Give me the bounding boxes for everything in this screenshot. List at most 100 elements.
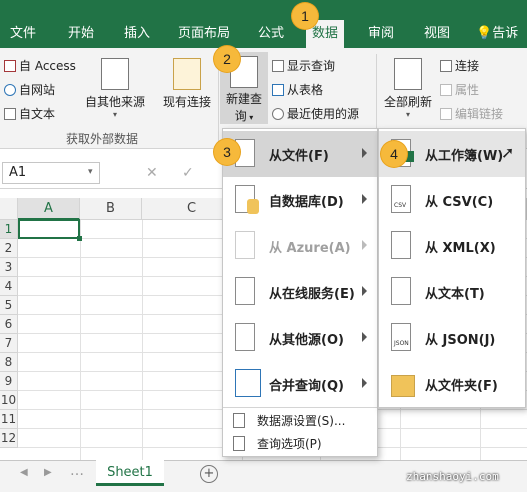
recent-sources-icon	[272, 108, 284, 120]
menu-item-from-azure[interactable]: 从 Azure(A)	[223, 223, 377, 269]
globe-icon	[4, 84, 16, 96]
menu-item-from-folder[interactable]: 从文件夹(F)	[379, 361, 525, 407]
folder-icon	[391, 375, 415, 397]
row-header[interactable]: 10	[0, 391, 18, 410]
row-header[interactable]: 2	[0, 239, 18, 258]
menu-item-from-text[interactable]: 从文本(T)	[379, 269, 525, 315]
row-header[interactable]: 1	[0, 220, 18, 239]
query-options-icon	[233, 436, 245, 451]
fill-handle[interactable]	[77, 236, 82, 241]
row-header[interactable]: 11	[0, 410, 18, 429]
callout-4: 4	[381, 141, 407, 167]
row-header[interactable]: 5	[0, 296, 18, 315]
from-table-button[interactable]: 从表格	[272, 80, 323, 100]
watermark: zhanshaoyi.com	[406, 470, 499, 483]
column-header-a[interactable]: A	[18, 198, 80, 220]
azure-icon	[235, 231, 255, 259]
submenu-arrow-icon	[362, 240, 367, 250]
menu-item-from-other-sources[interactable]: 从其他源(O)	[223, 315, 377, 361]
connections-button[interactable]: 连接	[440, 56, 479, 76]
add-sheet-icon[interactable]: +	[200, 465, 218, 483]
json-file-icon: JSON	[391, 323, 411, 351]
properties-button[interactable]: 属性	[440, 80, 479, 100]
submenu-arrow-icon	[362, 194, 367, 204]
group-label-get-external-data: 获取外部数据	[66, 132, 139, 146]
row-header[interactable]: 12	[0, 429, 18, 448]
row-header[interactable]: 6	[0, 315, 18, 334]
other-sources-icon	[101, 58, 129, 90]
menu-item-from-online-services[interactable]: 从在线服务(E)	[223, 269, 377, 315]
cloud-file-icon	[235, 277, 255, 305]
refresh-icon	[394, 58, 422, 90]
other-sources-button[interactable]: 自其他来源 ▾	[82, 58, 148, 119]
text-file-icon	[391, 277, 411, 305]
tell-me-label: 告诉	[492, 26, 519, 41]
row-header[interactable]: 7	[0, 334, 18, 353]
tell-me-box[interactable]: 💡告诉	[476, 24, 518, 44]
refresh-all-button[interactable]: 全部刷新 ▾	[382, 58, 434, 119]
column-header-b[interactable]: B	[80, 198, 142, 220]
menu-item-from-json[interactable]: JSON 从 JSON(J)	[379, 315, 525, 361]
menu-item-from-file[interactable]: 从文件(F)	[223, 131, 377, 177]
menu-item-combine-queries[interactable]: 合并查询(Q)	[223, 361, 377, 407]
column-gridline	[80, 220, 81, 460]
database-cylinder-icon	[247, 199, 259, 214]
cancel-entry-icon[interactable]: ✕	[146, 165, 158, 181]
submenu-arrow-icon	[362, 378, 367, 388]
edit-links-icon	[440, 108, 452, 120]
sheet-scroll-left-icon[interactable]: ◀	[20, 467, 28, 478]
row-header[interactable]: 4	[0, 277, 18, 296]
connections-icon	[440, 60, 452, 72]
menu-item-from-csv[interactable]: CSV 从 CSV(C)	[379, 177, 525, 223]
menu-item-data-source-settings[interactable]: 数据源设置(S)...	[223, 409, 377, 431]
select-all-corner[interactable]	[0, 198, 18, 220]
tab-formulas[interactable]: 公式	[258, 24, 284, 44]
show-queries-button[interactable]: 显示查询	[272, 56, 335, 76]
more-sheets-icon[interactable]: …	[70, 463, 84, 479]
other-sources-icon	[235, 323, 255, 351]
callout-2: 2	[214, 46, 240, 72]
show-queries-icon	[272, 60, 284, 72]
tab-review[interactable]: 审阅	[368, 24, 394, 44]
edit-links-button[interactable]: 编辑链接	[440, 104, 503, 124]
tab-file[interactable]: 文件	[10, 24, 36, 44]
submenu-arrow-icon	[362, 332, 367, 342]
row-header[interactable]: 8	[0, 353, 18, 372]
mouse-cursor-icon: ➚	[501, 143, 515, 162]
from-access-button[interactable]: 自 Access	[4, 56, 76, 76]
tab-home[interactable]: 开始	[68, 24, 94, 44]
existing-connections-button[interactable]: 现有连接	[158, 58, 216, 110]
menu-separator	[223, 407, 377, 408]
menu-item-query-options[interactable]: 查询选项(P)	[223, 432, 377, 454]
tab-view[interactable]: 视图	[424, 24, 450, 44]
submenu-arrow-icon	[362, 286, 367, 296]
from-text-button[interactable]: 自文本	[4, 104, 55, 124]
row-header[interactable]: 3	[0, 258, 18, 277]
callout-3: 3	[214, 139, 240, 165]
from-web-button[interactable]: 自网站	[4, 80, 55, 100]
menu-item-from-xml[interactable]: 从 XML(X)	[379, 223, 525, 269]
callout-1: 1	[292, 3, 318, 29]
chevron-down-icon[interactable]: ▾	[88, 167, 93, 177]
tab-page-layout[interactable]: 页面布局	[178, 24, 230, 44]
menu-item-from-database[interactable]: 自数据库(D)	[223, 177, 377, 223]
active-cell-a1[interactable]	[18, 219, 80, 239]
tab-insert[interactable]: 插入	[124, 24, 150, 44]
access-icon	[4, 60, 16, 72]
csv-file-icon: CSV	[391, 185, 411, 213]
from-file-submenu: 从工作簿(W) ➚ CSV 从 CSV(C) 从 XML(X) 从文本(T) J…	[378, 128, 526, 408]
column-gridline	[142, 220, 143, 460]
name-box[interactable]: A1	[2, 162, 100, 184]
table-icon	[272, 84, 284, 96]
confirm-entry-icon[interactable]: ✓	[182, 165, 194, 181]
settings-file-icon	[233, 413, 245, 428]
xml-file-icon	[391, 231, 411, 259]
row-header[interactable]: 9	[0, 372, 18, 391]
text-file-icon	[4, 108, 16, 120]
lightbulb-icon: 💡	[476, 26, 493, 41]
recent-sources-button[interactable]: 最近使用的源	[272, 104, 359, 124]
sheet-scroll-right-icon[interactable]: ▶	[44, 467, 52, 478]
existing-connections-icon	[173, 58, 201, 90]
properties-icon	[440, 84, 452, 96]
sheet-tab-sheet1[interactable]: Sheet1	[96, 460, 164, 486]
